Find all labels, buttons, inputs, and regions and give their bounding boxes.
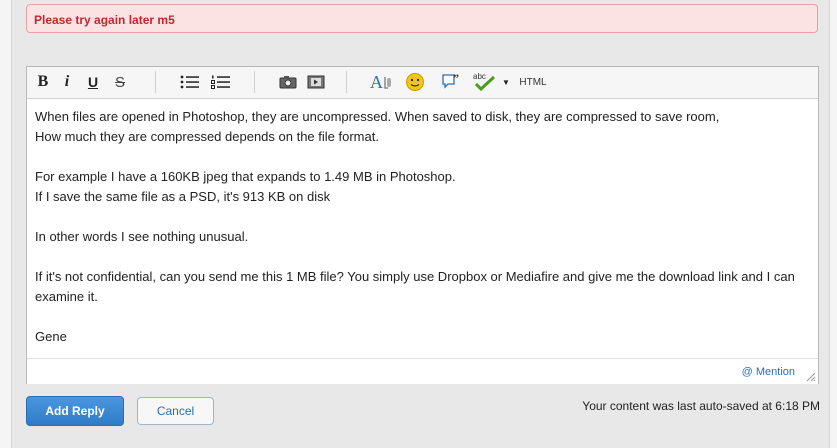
spellcheck-button[interactable]: abc [471, 71, 499, 93]
editor-paragraph: In other words I see nothing unusual. [35, 227, 811, 247]
reply-editor: B i U S A ” abc ▼ HTML When files are op… [26, 66, 819, 384]
error-message: Please try again later m5 [34, 13, 175, 27]
underline-button[interactable]: U [86, 71, 100, 93]
cancel-button[interactable]: Cancel [137, 397, 214, 425]
bullet-list-icon [180, 75, 199, 89]
emoji-icon [406, 73, 424, 91]
toolbar-divider [346, 71, 347, 93]
editor-paragraph: For example I have a 160KB jpeg that exp… [35, 167, 811, 207]
numbered-list-icon [211, 75, 230, 89]
editor-line: In other words I see nothing unusual. [35, 229, 249, 244]
toolbar-divider [254, 71, 255, 93]
insert-image-button[interactable] [278, 71, 298, 93]
autosave-status: Your content was last auto-saved at 6:18… [582, 399, 820, 413]
editor-line: If I save the same file as a PSD, it's 9… [35, 189, 331, 204]
quote-button[interactable]: ” [440, 71, 462, 93]
font-format-button[interactable]: A [370, 71, 394, 93]
quote-icon: ” [442, 72, 459, 89]
svg-text:”: ” [453, 72, 459, 85]
editor-content[interactable]: When files are opened in Photoshop, they… [35, 107, 811, 347]
svg-text:abc: abc [473, 72, 486, 81]
html-button[interactable]: HTML [518, 71, 548, 93]
right-edge-strip [829, 0, 837, 448]
italic-button[interactable]: i [61, 71, 73, 93]
editor-toolbar: B i U S A ” abc ▼ HTML [27, 67, 818, 99]
dropdown-icon: ▼ [502, 77, 510, 87]
error-banner: Please try again later m5 [26, 4, 818, 33]
editor-footer: @ Mention [27, 358, 818, 384]
resize-grip-icon[interactable] [806, 372, 816, 382]
bold-button[interactable]: B [35, 71, 51, 93]
editor-line: How much they are compressed depends on … [35, 129, 379, 144]
mention-link[interactable]: @ Mention [742, 366, 795, 378]
svg-text:A: A [370, 72, 383, 92]
video-icon [307, 75, 325, 89]
editor-line: If it's not confidential, can you send m… [35, 269, 795, 284]
left-edge-strip [0, 0, 12, 448]
editor-line: examine it. [35, 289, 98, 304]
strikethrough-button[interactable]: S [113, 71, 127, 93]
editor-line: For example I have a 160KB jpeg that exp… [35, 169, 456, 184]
toolbar-divider [155, 71, 156, 93]
spellcheck-icon: abc [473, 72, 496, 92]
editor-paragraph: When files are opened in Photoshop, they… [35, 107, 811, 147]
insert-video-button[interactable] [306, 71, 326, 93]
numbered-list-button[interactable] [210, 71, 232, 93]
add-reply-button[interactable]: Add Reply [26, 396, 124, 426]
bullet-list-button[interactable] [179, 71, 201, 93]
editor-paragraph: If it's not confidential, can you send m… [35, 267, 811, 307]
image-icon [279, 76, 297, 89]
emoji-button[interactable] [404, 71, 426, 93]
editor-line: When files are opened in Photoshop, they… [35, 109, 720, 124]
font-format-icon: A [370, 72, 391, 92]
editor-paragraph: Gene [35, 327, 811, 347]
editor-line: Gene [35, 329, 67, 344]
spellcheck-dropdown[interactable]: ▼ [501, 71, 511, 93]
